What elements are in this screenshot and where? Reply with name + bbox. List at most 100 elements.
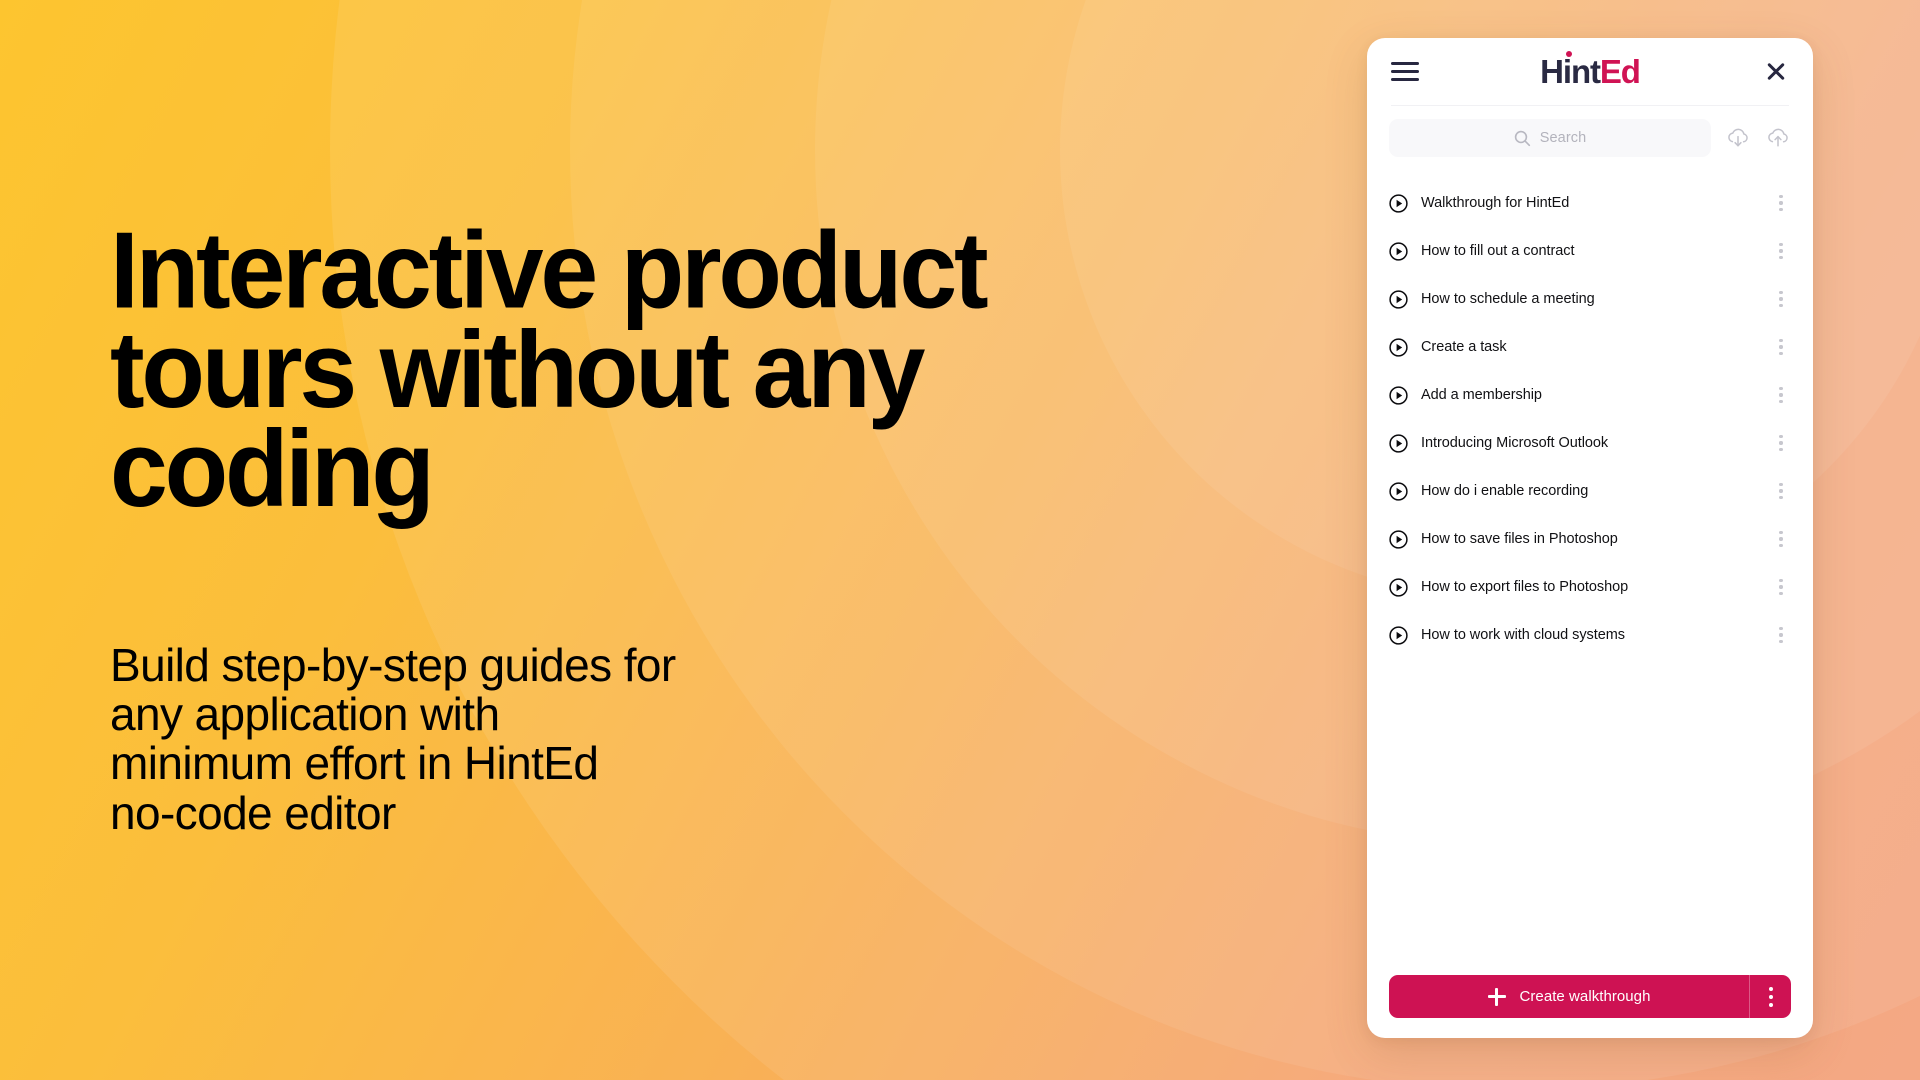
walkthrough-list-item[interactable]: How to export files to Photoshop <box>1367 563 1813 611</box>
kebab-dot <box>1779 626 1783 631</box>
walkthrough-list-item[interactable]: How to work with cloud systems <box>1367 611 1813 659</box>
kebab-dot <box>1779 393 1783 397</box>
widget-footer: Create walkthrough <box>1367 961 1813 1038</box>
kebab-dot <box>1779 482 1783 487</box>
walkthrough-list-item[interactable]: How do i enable recording <box>1367 467 1813 515</box>
kebab-dot <box>1779 530 1783 535</box>
walkthrough-label: Create a task <box>1421 339 1507 355</box>
kebab-menu-icon[interactable] <box>1771 624 1791 646</box>
kebab-dot <box>1779 489 1783 493</box>
create-walkthrough-button[interactable]: Create walkthrough <box>1389 975 1791 1018</box>
kebab-dot <box>1779 194 1783 199</box>
walkthrough-list-item[interactable]: Walkthrough for HintEd <box>1367 179 1813 227</box>
page-title: Interactive product tours without any co… <box>110 210 989 531</box>
kebab-dot <box>1779 543 1783 548</box>
walkthrough-label: How to save files in Photoshop <box>1421 531 1618 547</box>
play-circle-icon[interactable] <box>1389 529 1408 549</box>
kebab-menu-icon[interactable] <box>1771 192 1791 214</box>
kebab-menu-icon[interactable] <box>1771 240 1791 262</box>
play-circle-icon[interactable] <box>1389 289 1408 309</box>
kebab-dot <box>1779 207 1783 212</box>
hinted-widget-panel: Hint Ed Search Walkthrough for HintEd Ho… <box>1367 38 1813 1038</box>
kebab-dot <box>1768 994 1773 999</box>
kebab-dot <box>1768 986 1773 991</box>
walkthrough-list-item[interactable]: How to save files in Photoshop <box>1367 515 1813 563</box>
create-walkthrough-main[interactable]: Create walkthrough <box>1389 975 1749 1018</box>
walkthrough-label: Add a membership <box>1421 387 1542 403</box>
create-walkthrough-menu[interactable] <box>1749 975 1791 1018</box>
kebab-dot <box>1768 1002 1773 1007</box>
kebab-dot <box>1779 447 1783 452</box>
walkthrough-label: Walkthrough for HintEd <box>1421 195 1570 211</box>
kebab-menu-icon[interactable] <box>1771 528 1791 550</box>
hamburger-bar <box>1391 61 1419 65</box>
kebab-dot <box>1779 345 1783 349</box>
play-circle-icon[interactable] <box>1389 577 1408 597</box>
plus-icon <box>1487 987 1506 1006</box>
walkthrough-label: How to schedule a meeting <box>1421 291 1595 307</box>
kebab-dot <box>1779 290 1783 295</box>
play-circle-icon[interactable] <box>1389 337 1408 357</box>
search-input[interactable]: Search <box>1389 119 1711 157</box>
kebab-dot <box>1779 633 1783 637</box>
kebab-dot <box>1779 639 1783 644</box>
walkthrough-list-item[interactable]: Create a task <box>1367 323 1813 371</box>
search-row: Search <box>1367 106 1813 169</box>
cloud-download-icon[interactable] <box>1725 125 1751 151</box>
walkthrough-list[interactable]: Walkthrough for HintEd How to fill out a … <box>1367 169 1813 961</box>
kebab-dot <box>1779 338 1783 343</box>
kebab-dot <box>1779 399 1783 404</box>
kebab-dot <box>1779 578 1783 583</box>
play-circle-icon[interactable] <box>1389 241 1408 261</box>
hamburger-bar <box>1391 78 1419 82</box>
walkthrough-list-item[interactable]: How to schedule a meeting <box>1367 275 1813 323</box>
widget-header: Hint Ed <box>1367 38 1813 105</box>
kebab-menu-icon[interactable] <box>1771 480 1791 502</box>
kebab-menu-icon[interactable] <box>1771 288 1791 310</box>
kebab-dot <box>1779 585 1783 589</box>
kebab-menu-icon[interactable] <box>1771 384 1791 406</box>
play-circle-icon[interactable] <box>1389 625 1408 645</box>
search-placeholder: Search <box>1539 130 1587 146</box>
kebab-dot <box>1779 249 1783 253</box>
play-circle-icon[interactable] <box>1389 193 1408 213</box>
kebab-dot <box>1779 297 1783 301</box>
walkthrough-label: How to work with cloud systems <box>1421 627 1625 643</box>
play-circle-icon[interactable] <box>1389 481 1408 501</box>
play-circle-icon[interactable] <box>1389 385 1408 405</box>
walkthrough-label: Introducing Microsoft Outlook <box>1421 435 1609 451</box>
kebab-dot <box>1779 537 1783 541</box>
kebab-menu-icon[interactable] <box>1771 576 1791 598</box>
hamburger-icon[interactable] <box>1391 61 1419 82</box>
kebab-dot <box>1779 351 1783 356</box>
walkthrough-list-item[interactable]: Add a membership <box>1367 371 1813 419</box>
play-circle-icon[interactable] <box>1389 433 1408 453</box>
kebab-dot <box>1779 386 1783 391</box>
kebab-dot <box>1779 495 1783 500</box>
brand-logo-hint: Hint <box>1540 50 1601 90</box>
cloud-upload-icon[interactable] <box>1765 125 1791 151</box>
kebab-dot <box>1779 591 1783 596</box>
walkthrough-label: How do i enable recording <box>1421 483 1589 499</box>
search-icon <box>1514 130 1530 146</box>
walkthrough-list-item[interactable]: How to fill out a contract <box>1367 227 1813 275</box>
kebab-dot <box>1779 242 1783 247</box>
create-walkthrough-label: Create walkthrough <box>1519 988 1651 1005</box>
close-icon[interactable] <box>1763 59 1789 85</box>
walkthrough-list-item[interactable]: Introducing Microsoft Outlook <box>1367 419 1813 467</box>
hamburger-bar <box>1391 69 1419 74</box>
kebab-menu-icon[interactable] <box>1771 432 1791 454</box>
walkthrough-label: How to fill out a contract <box>1421 243 1575 259</box>
kebab-dot <box>1779 441 1783 445</box>
brand-i-dot <box>1565 50 1572 57</box>
brand-logo: Hint Ed <box>1367 50 1813 91</box>
kebab-dot <box>1779 255 1783 260</box>
kebab-dot <box>1779 303 1783 308</box>
walkthrough-label: How to export files to Photoshop <box>1421 579 1629 595</box>
kebab-dot <box>1779 434 1783 439</box>
kebab-menu-icon[interactable] <box>1771 336 1791 358</box>
kebab-dot <box>1779 201 1783 205</box>
brand-logo-ed: Ed <box>1599 52 1641 90</box>
hero-section: Interactive product tours without any co… <box>110 210 1290 839</box>
page-subtitle: Build step-by-step guides for any applic… <box>110 639 676 839</box>
